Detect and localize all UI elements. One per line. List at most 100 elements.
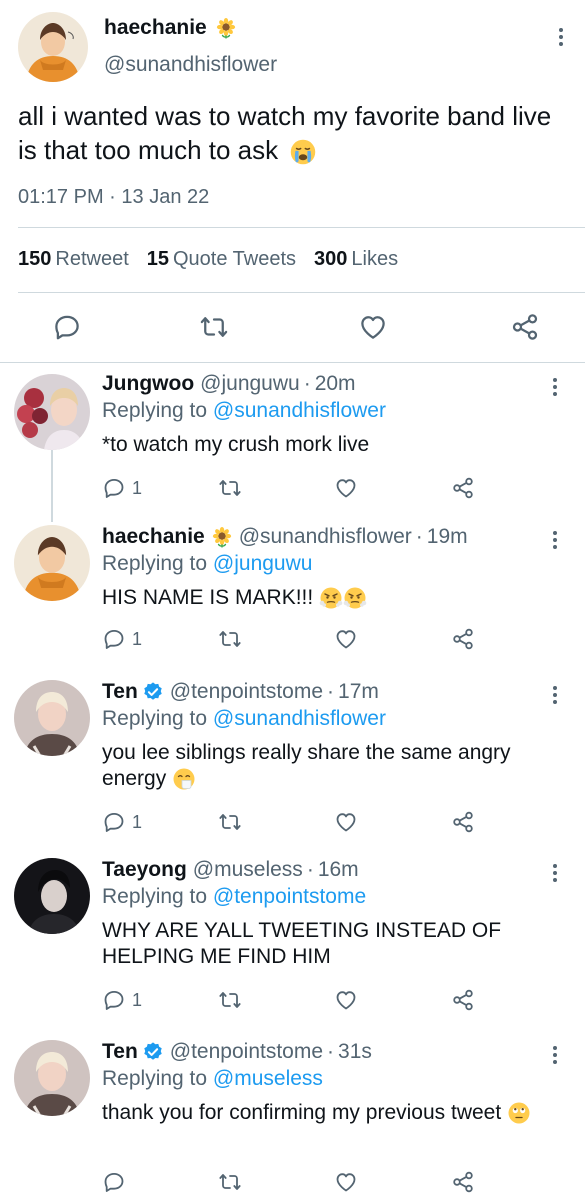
display-name[interactable]: Ten [102,680,138,704]
share-button[interactable] [451,476,475,500]
share-button[interactable] [451,1170,475,1194]
like-button[interactable] [334,988,358,1012]
reply-text-body: you lee siblings really share the same a… [102,741,511,790]
more-icon[interactable] [553,531,557,549]
like-button[interactable] [334,1170,358,1194]
display-name[interactable]: Jungwoo [102,372,194,396]
sunflower-emoji [215,17,237,39]
user-handle[interactable]: @tenpointstome [170,1040,323,1064]
user-handle[interactable]: @sunandhisflower [239,525,412,549]
retweet-icon [218,476,242,500]
avatar[interactable] [14,374,90,450]
replying-to-link[interactable]: @sunandhisflower [213,399,386,422]
reply-icon[interactable] [52,312,82,342]
tweet-time: 01:17 PM [18,186,104,208]
share-icon[interactable] [510,312,540,342]
replying-to-link[interactable]: @sunandhisflower [213,707,386,730]
reply-button[interactable] [102,1170,132,1194]
replying-label: Replying to [102,885,208,908]
share-icon [451,476,475,500]
like-icon [334,810,358,834]
display-name[interactable]: Ten [102,1040,138,1064]
like-button[interactable] [334,810,358,834]
like-label: Likes [351,248,399,270]
reply-icon [102,476,126,500]
like-stat[interactable]: 300 Likes [314,248,398,271]
reply-actions: 1 [0,988,585,1014]
tweet-date: 13 Jan 22 [121,186,210,208]
retweet-icon[interactable] [199,312,229,342]
tweet-age[interactable]: 31s [338,1040,372,1064]
more-icon[interactable] [553,1046,557,1064]
avatar[interactable] [18,12,88,82]
more-icon[interactable] [553,686,557,704]
reply-icon [102,988,126,1012]
retweet-button[interactable] [218,476,242,500]
replying-label: Replying to [102,399,208,422]
reply-button[interactable]: 1 [102,810,142,834]
reply-button[interactable]: 1 [102,476,142,500]
avatar[interactable] [14,525,90,601]
display-name[interactable]: Taeyong [102,858,187,882]
retweet-stat[interactable]: 150 Retweet [18,248,129,271]
reply-button[interactable]: 1 [102,988,142,1012]
divider [18,227,585,228]
more-icon[interactable] [553,864,557,882]
replying-to: Replying to @sunandhisflower [102,399,386,423]
like-count: 300 [314,248,348,270]
angry-emoji [319,586,343,610]
more-icon[interactable] [559,28,563,46]
share-icon [451,627,475,651]
verified-badge-icon [142,1041,164,1063]
retweet-button[interactable] [218,988,242,1012]
replying-label: Replying to [102,552,208,575]
replying-to-link[interactable]: @junguwu [213,552,313,575]
verified-badge-icon [142,681,164,703]
separator: · [303,372,311,395]
like-icon[interactable] [358,312,388,342]
share-button[interactable] [451,627,475,651]
reply-count: 1 [132,628,143,649]
reply-text: you lee siblings really share the same a… [102,740,542,792]
replying-to-link[interactable]: @tenpointstome [213,885,366,908]
reply-text: WHY ARE YALL TWEETING INSTEAD OF HELPING… [102,919,502,968]
user-handle[interactable]: @sunandhisflower [104,53,277,77]
user-handle[interactable]: @junguwu [200,372,300,396]
replying-to-link[interactable]: @museless [213,1067,323,1090]
share-icon [451,810,475,834]
reply-icon [102,627,126,651]
like-icon [334,988,358,1012]
reply-button[interactable]: 1 [102,627,142,651]
retweet-button[interactable] [218,1170,242,1194]
reply-actions: 1 [0,476,585,502]
more-icon[interactable] [553,378,557,396]
replying-label: Replying to [102,707,208,730]
display-name[interactable]: haechanie [104,16,237,40]
separator: · [415,525,423,548]
like-button[interactable] [334,476,358,500]
reply-header: Ten @tenpointstome · 31s [102,1040,372,1064]
user-handle[interactable]: @tenpointstome [170,680,323,704]
user-handle[interactable]: @museless [193,858,303,882]
retweet-button[interactable] [218,627,242,651]
quote-stat[interactable]: 15 Quote Tweets [147,248,296,271]
retweet-button[interactable] [218,810,242,834]
avatar[interactable] [14,680,90,756]
share-button[interactable] [451,810,475,834]
avatar[interactable] [14,1040,90,1116]
tweet-timestamp[interactable]: 01:17 PM · 13 Jan 22 [18,186,209,209]
tweet-age[interactable]: 19m [427,525,468,549]
tweet-age[interactable]: 16m [318,858,359,882]
like-button[interactable] [334,627,358,651]
tweet-age[interactable]: 20m [315,372,356,396]
retweet-icon [218,810,242,834]
share-button[interactable] [451,988,475,1012]
reply-actions [0,1170,585,1196]
display-name[interactable]: haechanie [102,525,205,549]
share-icon [451,1170,475,1194]
retweet-icon [218,1170,242,1194]
tweet-age[interactable]: 17m [338,680,379,704]
avatar[interactable] [14,858,90,934]
separator: · [109,186,116,208]
reply-text-body: thank you for confirming my previous twe… [102,1101,502,1124]
